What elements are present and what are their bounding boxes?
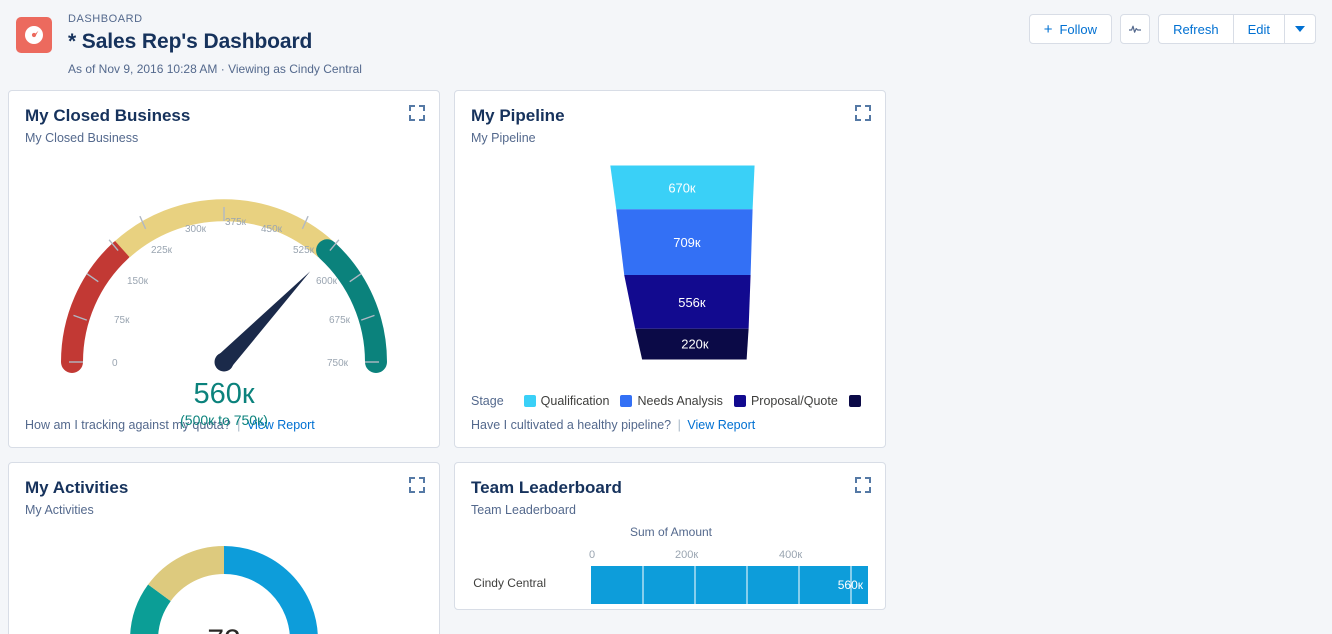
- page-header: DASHBOARD * Sales Rep's Dashboard As of …: [0, 0, 1332, 90]
- footer-separator: |: [678, 418, 681, 432]
- expand-icon[interactable]: [409, 477, 425, 493]
- gauge-range: (500к to 750к): [24, 410, 424, 430]
- card-title: My Activities: [25, 477, 423, 499]
- gauge-hub: [215, 353, 234, 372]
- funnel-svg: 670к 709к 556к 220к: [471, 161, 869, 376]
- page-title: * Sales Rep's Dashboard: [68, 28, 362, 55]
- card-subtitle: Team Leaderboard: [471, 502, 869, 519]
- expand-icon[interactable]: [855, 105, 871, 121]
- svg-text:225к: 225к: [151, 245, 173, 256]
- x-axis-tick-labels: 0 200к 400к: [589, 549, 802, 561]
- breadcrumb: DASHBOARD: [68, 12, 362, 27]
- legend-item-negotiation[interactable]: [849, 395, 866, 407]
- follow-button-label: Follow: [1059, 22, 1097, 37]
- funnel-legend: Stage Qualification Needs Analysis Propo…: [471, 389, 869, 409]
- svg-text:675к: 675к: [329, 315, 351, 326]
- bar-cindy-central[interactable]: [591, 566, 868, 604]
- funnel-label-2: 556к: [678, 294, 706, 309]
- legend-swatch: [524, 395, 536, 407]
- button-group: Refresh Edit: [1158, 14, 1316, 44]
- app-logo: [16, 17, 52, 53]
- activity-pulse-button[interactable]: [1120, 14, 1150, 44]
- gauge-value-block: 560к (500к to 750к): [24, 378, 424, 430]
- chevron-down-icon: [1295, 26, 1305, 32]
- svg-text:375к: 375к: [225, 217, 247, 228]
- svg-text:0: 0: [112, 358, 118, 369]
- legend-swatch: [734, 395, 746, 407]
- view-report-link[interactable]: View Report: [687, 418, 755, 432]
- donut-chart: 72: [25, 519, 423, 634]
- legend-item-label: Qualification: [541, 394, 610, 408]
- axis-title-sum-of-amount: Sum of Amount: [630, 525, 713, 539]
- svg-text:0: 0: [589, 549, 595, 561]
- svg-text:400к: 400к: [779, 549, 802, 561]
- expand-icon[interactable]: [409, 105, 425, 121]
- activity-pulse-icon: [1128, 22, 1142, 36]
- legend-item-label: Proposal/Quote: [751, 394, 838, 408]
- svg-text:600к: 600к: [316, 276, 338, 287]
- refresh-button-label: Refresh: [1173, 22, 1219, 37]
- funnel-label-3: 220к: [681, 336, 709, 351]
- card-my-pipeline: My Pipeline My Pipeline 670к 709к 556к 2…: [454, 90, 886, 448]
- leaderboard-chart: Sum of Amount 0 200к 400к Cindy Central …: [471, 525, 869, 610]
- legend-swatch: [849, 395, 861, 407]
- bar-value-label: 560к: [838, 578, 864, 592]
- card-title: My Pipeline: [471, 105, 869, 127]
- card-title: My Closed Business: [25, 105, 423, 127]
- gauge-band-teal: [327, 250, 376, 362]
- card-my-closed-business: My Closed Business My Closed Business: [8, 90, 440, 448]
- legend-item-needs-analysis[interactable]: Needs Analysis: [620, 394, 722, 408]
- gauge-dashboard-icon: [23, 24, 45, 46]
- legend-title: Stage: [471, 394, 504, 408]
- donut-svg: 72: [118, 534, 330, 634]
- funnel-label-0: 670к: [668, 180, 696, 195]
- dashboard-timestamp: As of Nov 9, 2016 10:28 AM · Viewing as …: [68, 61, 362, 77]
- expand-icon[interactable]: [855, 477, 871, 493]
- dashboard-grid: My Closed Business My Closed Business: [0, 90, 1332, 634]
- svg-text:750к: 750к: [327, 358, 349, 369]
- gauge-chart: 0 75к 150к 225к 300к 375к 450к 525к 600к…: [25, 147, 423, 409]
- refresh-button[interactable]: Refresh: [1158, 14, 1233, 44]
- svg-text:525к: 525к: [293, 245, 315, 256]
- svg-text:450к: 450к: [261, 224, 283, 235]
- edit-button-label: Edit: [1248, 22, 1270, 37]
- donut-center-value: 72: [207, 624, 240, 634]
- card-title: Team Leaderboard: [471, 477, 869, 499]
- card-subtitle: My Activities: [25, 502, 423, 519]
- card-subtitle: My Pipeline: [471, 130, 869, 147]
- funnel-label-1: 709к: [673, 235, 701, 250]
- legend-item-qualification[interactable]: Qualification: [524, 394, 610, 408]
- edit-button[interactable]: Edit: [1233, 14, 1284, 44]
- gauge-svg: 0 75к 150к 225к 300к 375к 450к 525к 600к…: [24, 177, 424, 377]
- card-team-leaderboard: Team Leaderboard Team Leaderboard Sum of…: [454, 462, 886, 610]
- footer-question: Have I cultivated a healthy pipeline?: [471, 418, 671, 432]
- svg-text:200к: 200к: [675, 549, 698, 561]
- svg-text:150к: 150к: [127, 276, 149, 287]
- card-subtitle: My Closed Business: [25, 130, 423, 147]
- funnel-chart: 670к 709к 556к 220к: [471, 147, 869, 389]
- gauge-value: 560к: [24, 378, 424, 410]
- gauge-band-red: [72, 250, 121, 362]
- svg-text:75к: 75к: [114, 315, 130, 326]
- legend-item-proposal-quote[interactable]: Proposal/Quote: [734, 394, 838, 408]
- y-axis-label-cindy-central: Cindy Central: [473, 576, 546, 590]
- legend-swatch: [620, 395, 632, 407]
- header-actions: + Follow Refresh Edit: [1029, 14, 1316, 44]
- follow-button[interactable]: + Follow: [1029, 14, 1112, 44]
- legend-item-label: Needs Analysis: [637, 394, 722, 408]
- card-footer: Have I cultivated a healthy pipeline? | …: [471, 409, 869, 447]
- card-my-activities: My Activities My Activities: [8, 462, 440, 634]
- plus-icon: +: [1044, 21, 1053, 38]
- svg-text:300к: 300к: [185, 224, 207, 235]
- more-actions-button[interactable]: [1284, 14, 1316, 44]
- leaderboard-svg: Sum of Amount 0 200к 400к Cindy Central …: [471, 525, 871, 607]
